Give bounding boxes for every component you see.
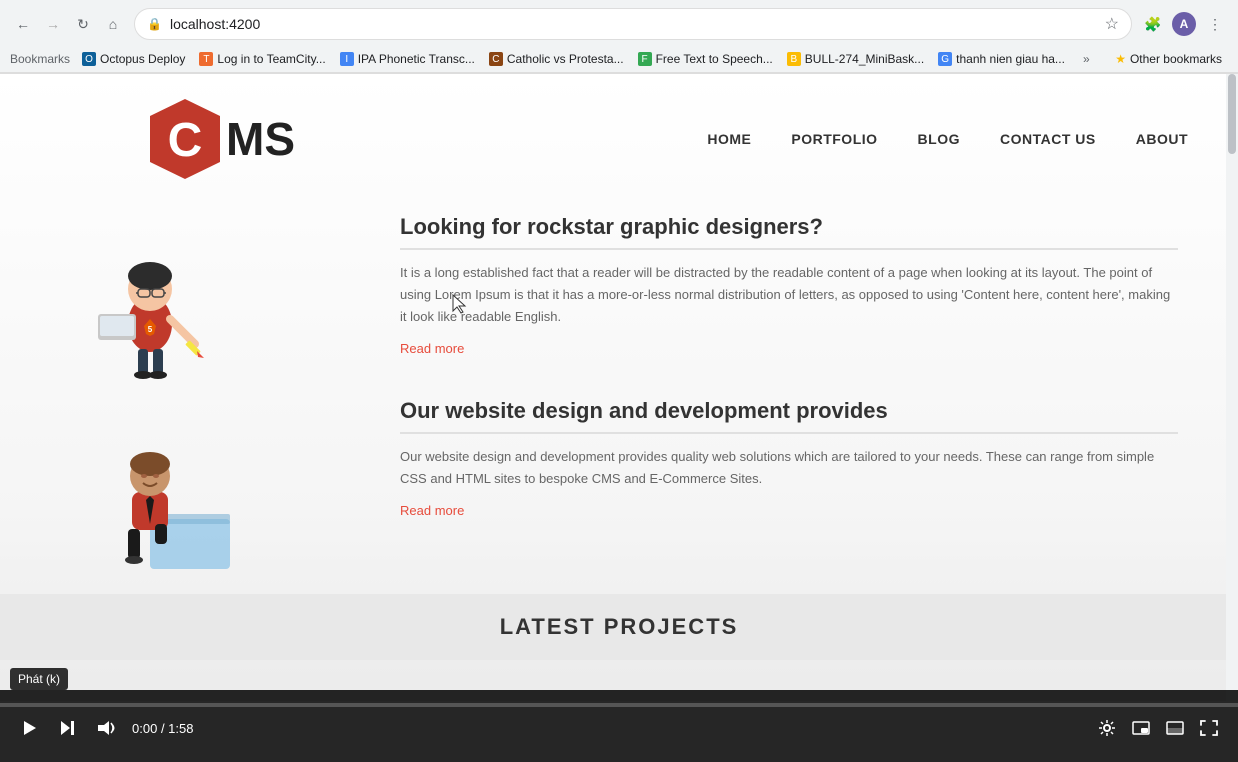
svg-text:5: 5 (148, 325, 153, 334)
toolbar-icons: 🧩 A ⋮ (1140, 11, 1228, 37)
bookmark-ipa[interactable]: I IPA Phonetic Transc... (334, 50, 481, 68)
site-header: C MS HOME PORTFOLIO BLOG CONTACT US ABOU… (0, 74, 1238, 194)
video-time: 0:00 / 1:58 (132, 721, 193, 736)
bookmarks-bar: Bookmarks O Octopus Deploy T Log in to T… (0, 48, 1238, 73)
other-bookmarks-icon: ★ (1115, 52, 1126, 66)
logo-hexagon-svg: C (140, 94, 230, 184)
main-content: 5 (0, 194, 1238, 594)
illustration-column: 5 (60, 214, 360, 574)
character2-svg (60, 404, 260, 574)
next-icon (58, 719, 76, 737)
bookmark-octopus[interactable]: O Octopus Deploy (76, 50, 191, 68)
nav-blog[interactable]: BLOG (918, 131, 960, 147)
other-bookmarks[interactable]: ★ Other bookmarks (1109, 50, 1228, 68)
play-button[interactable] (16, 715, 42, 741)
browser-chrome: ← → ↻ ⌂ 🔒 localhost:4200 ☆ 🧩 A ⋮ Bookmar… (0, 0, 1238, 74)
svg-text:C: C (168, 114, 203, 167)
back-button[interactable]: ← (10, 11, 36, 37)
bookmark-bull-icon: B (787, 52, 801, 66)
bookmark-speech-icon: F (638, 52, 652, 66)
section-2-body: Our website design and development provi… (400, 446, 1178, 490)
video-controls-row: 0:00 / 1:58 (0, 707, 1238, 749)
bookmarks-label: Bookmarks (10, 52, 70, 66)
illustration-character-1: 5 (60, 214, 240, 384)
profile-button[interactable]: A (1172, 12, 1196, 36)
star-icon[interactable]: ☆ (1105, 14, 1119, 34)
nav-about[interactable]: ABOUT (1136, 131, 1188, 147)
settings-button[interactable] (1094, 715, 1120, 741)
fullscreen-button[interactable] (1196, 716, 1222, 740)
bookmark-ipa-icon: I (340, 52, 354, 66)
bookmark-catholic[interactable]: C Catholic vs Protesta... (483, 50, 630, 68)
extensions-button[interactable]: 🧩 (1140, 11, 1166, 37)
section-2-title: Our website design and development provi… (400, 398, 1178, 434)
section-1: Looking for rockstar graphic designers? … (400, 214, 1178, 358)
latest-projects: LATEST PROJECTS (0, 594, 1238, 660)
next-button[interactable] (54, 715, 80, 741)
video-right-controls (1094, 715, 1222, 741)
nav-contact[interactable]: CONTACT US (1000, 131, 1096, 147)
theater-button[interactable] (1162, 717, 1188, 739)
section-2: Our website design and development provi… (400, 398, 1178, 520)
site-nav: HOME PORTFOLIO BLOG CONTACT US ABOUT (707, 131, 1188, 147)
volume-icon (96, 720, 116, 736)
home-button[interactable]: ⌂ (100, 11, 126, 37)
illustration-character-2 (60, 404, 260, 574)
browser-toolbar: ← → ↻ ⌂ 🔒 localhost:4200 ☆ 🧩 A ⋮ (0, 0, 1238, 48)
volume-button[interactable] (92, 716, 120, 740)
nav-home[interactable]: HOME (707, 131, 751, 147)
section-1-title: Looking for rockstar graphic designers? (400, 214, 1178, 250)
settings-icon (1098, 719, 1116, 737)
section-2-read-more[interactable]: Read more (400, 503, 464, 518)
address-bar[interactable]: 🔒 localhost:4200 ☆ (134, 8, 1132, 40)
latest-projects-title: LATEST PROJECTS (60, 614, 1178, 640)
bookmark-octopus-icon: O (82, 52, 96, 66)
bookmarks-more-button[interactable]: » (1077, 50, 1096, 68)
section-1-read-more[interactable]: Read more (400, 341, 464, 356)
nav-portfolio[interactable]: PORTFOLIO (791, 131, 877, 147)
theater-icon (1166, 721, 1184, 735)
nav-buttons: ← → ↻ ⌂ (10, 11, 126, 37)
character1-svg: 5 (60, 214, 240, 384)
video-progress-bar[interactable] (0, 703, 1238, 707)
play-icon (20, 719, 38, 737)
bookmark-speech[interactable]: F Free Text to Speech... (632, 50, 779, 68)
bookmark-teamcity-icon: T (199, 52, 213, 66)
bookmark-thanh-icon: G (938, 52, 952, 66)
scrollbar[interactable] (1226, 74, 1238, 701)
menu-button[interactable]: ⋮ (1202, 11, 1228, 37)
scrollbar-thumb[interactable] (1228, 74, 1236, 154)
bookmark-thanh[interactable]: G thanh nien giau ha... (932, 50, 1071, 68)
site-logo[interactable]: C MS (140, 94, 295, 184)
bookmark-bull[interactable]: B BULL-274_MiniBask... (781, 50, 930, 68)
bookmark-teamcity[interactable]: T Log in to TeamCity... (193, 50, 331, 68)
miniplayer-icon (1132, 721, 1150, 735)
forward-button[interactable]: → (40, 11, 66, 37)
page-content: C MS HOME PORTFOLIO BLOG CONTACT US ABOU… (0, 74, 1238, 701)
address-text: localhost:4200 (170, 16, 1097, 32)
text-column: Looking for rockstar graphic designers? … (400, 214, 1178, 574)
video-bar: 0:00 / 1:58 (0, 690, 1238, 762)
logo-text: MS (226, 112, 295, 166)
section-1-body: It is a long established fact that a rea… (400, 262, 1178, 328)
miniplayer-button[interactable] (1128, 717, 1154, 739)
reload-button[interactable]: ↻ (70, 11, 96, 37)
fullscreen-icon (1200, 720, 1218, 736)
play-tooltip: Phát (k) (10, 668, 68, 690)
bookmark-catholic-icon: C (489, 52, 503, 66)
lock-icon: 🔒 (147, 17, 162, 31)
